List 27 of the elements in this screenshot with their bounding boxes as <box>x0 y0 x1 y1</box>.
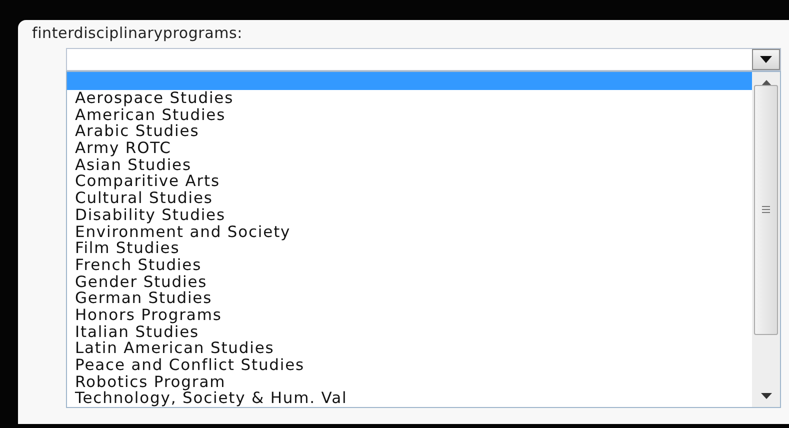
list-option[interactable]: Asian Studies <box>67 156 752 174</box>
list-option[interactable]: Peace and Conflict Studies <box>67 357 752 374</box>
list-option[interactable]: Italian Studies <box>67 324 752 340</box>
dropdown-field[interactable] <box>66 48 781 71</box>
list-option[interactable]: Environment and Society <box>67 224 752 240</box>
list-option[interactable]: Robotics Program <box>67 374 752 390</box>
grip-icon <box>762 206 770 213</box>
list-option[interactable]: Technology, Society & Hum. Val <box>67 390 752 407</box>
list-option[interactable]: Gender Studies <box>67 274 752 290</box>
caret-down-icon <box>760 56 772 63</box>
list-option[interactable]: Aerospace Studies <box>67 90 752 107</box>
scroll-down-icon[interactable] <box>760 393 772 399</box>
list-option[interactable]: Army ROTC <box>67 140 752 157</box>
list-option[interactable]: Cultural Studies <box>67 190 752 207</box>
scroll-thumb[interactable] <box>754 84 778 334</box>
list-option[interactable]: Film Studies <box>67 240 752 257</box>
list-option[interactable]: Comparitive Arts <box>67 173 752 190</box>
list-option[interactable]: Honors Programs <box>67 306 752 324</box>
dropdown-button[interactable] <box>752 49 780 70</box>
list-option[interactable]: Arabic Studies <box>67 123 752 140</box>
scrollbar[interactable] <box>752 72 780 407</box>
list-option[interactable]: German Studies <box>67 290 752 307</box>
list-option[interactable]: American Studies <box>67 106 752 124</box>
list-option[interactable]: French Studies <box>67 256 752 274</box>
list-option[interactable]: Disability Studies <box>67 206 752 224</box>
field-label: finterdisciplinaryprograms: <box>32 24 244 44</box>
list-option[interactable]: Latin American Studies <box>67 340 752 357</box>
